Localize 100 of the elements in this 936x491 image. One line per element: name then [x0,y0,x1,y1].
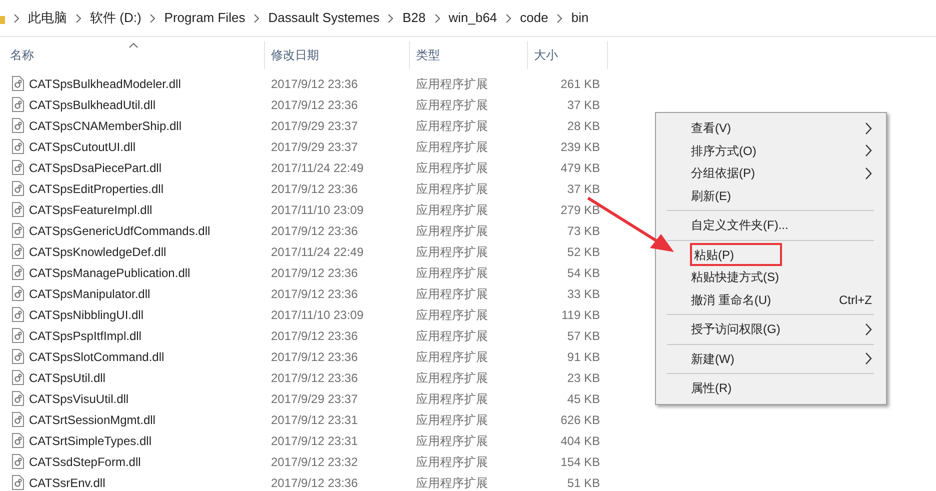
table-cell-text: 57 KB [566,328,601,344]
table-cell-text: 2017/9/12 23:31 [270,432,359,450]
column-header[interactable]: 修改日期 [265,41,410,69]
table-cell-text: 2017/11/10 23:09 [270,202,365,218]
menu-item[interactable]: 粘贴快捷方式(S) [658,266,884,288]
menu-item[interactable]: 粘贴(P) [690,243,782,266]
file-name[interactable]: CATSsdStepForm.dll [29,452,141,470]
file-name[interactable]: CATSpsEditProperties.dll [29,180,164,198]
breadcrumb-item[interactable]: Program Files [164,8,246,28]
file-name[interactable]: CATSpsBulkheadUtil.dll [29,96,156,114]
table-cell-text: 119 KB [560,306,601,324]
table-cell-text: 2017/9/12 23:36 [270,328,359,344]
menu-item[interactable]: 新建(W) [658,348,884,370]
file-name[interactable]: CATSpsCutoutUI.dll [29,138,136,156]
menu-item[interactable]: 排序方式(O) [658,140,884,162]
file-name[interactable]: CATSpsKnowledgeDef.dll [29,242,166,260]
column-header[interactable]: 名称 [0,41,265,69]
file-name[interactable]: CATSpsSlotCommand.dll [29,348,164,366]
file-icon [12,475,24,490]
table-cell-text: 2017/9/29 23:37 [270,118,359,134]
file-name[interactable]: CATSpsManipulator.dll [29,284,150,302]
table-cell-text: 2017/9/12 23:36 [270,286,359,302]
table-cell-text: 52 KB [566,244,601,260]
breadcrumb-item[interactable]: bin [571,8,589,28]
menu-item[interactable]: 自定义文件夹(F)... [658,214,884,236]
table-cell-text: 应用程序扩展 [415,180,489,198]
file-name[interactable]: CATSpsDsaPiecePart.dll [29,158,162,176]
table-cell-text: 2017/9/12 23:36 [270,76,359,92]
file-name[interactable]: CATSrtSessionMgmt.dll [29,410,156,428]
table-cell-text: 404 KB [560,432,601,450]
menu-item[interactable]: 刷新(E) [658,184,884,207]
table-cell-text: 2017/11/10 23:09 [270,306,365,324]
chevron-icon [506,14,512,22]
file-name[interactable]: CATSpsFeatureImpl.dll [29,200,152,218]
table-cell-text: 2017/9/12 23:36 [270,96,359,114]
breadcrumb-item[interactable]: B28 [402,8,426,28]
file-name[interactable]: CATSpsPspItfImpl.dll [29,326,142,344]
table-cell-text: 应用程序扩展 [415,306,489,324]
file-icon [12,454,24,469]
file-icon [12,265,24,280]
table-cell-text: 2017/9/12 23:36 [270,180,359,198]
table-cell-text: 28 KB [566,118,601,134]
column-header[interactable]: 类型 [410,41,528,69]
chevron-icon [388,14,394,22]
file-icon [12,412,24,427]
file-name[interactable]: CATSpsUtil.dll [29,368,106,386]
table-cell-text: 73 KB [566,222,601,240]
file-name[interactable]: CATSrtSimpleTypes.dll [29,432,152,450]
table-cell-text: 应用程序扩展 [415,454,489,470]
column-header[interactable]: 大小 [528,41,608,69]
table-cell-text: 2017/11/24 22:49 [270,244,365,260]
table-cell-text: 2017/9/12 23:36 [270,474,359,491]
table-cell-text: 261 KB [560,76,601,92]
menu-item[interactable]: 授予访问权限(G) [658,318,884,340]
file-icon [12,307,24,322]
file-name[interactable]: CATSpsNibblingUI.dll [29,306,144,324]
table-cell-text: 应用程序扩展 [415,160,489,176]
breadcrumb-item[interactable]: 此电脑 [28,8,67,28]
breadcrumb-item[interactable]: code [520,8,548,28]
table-cell-text: 应用程序扩展 [415,328,489,344]
menu-item[interactable]: 属性(R) [658,377,884,400]
menu-item[interactable]: 撤消 重命名(U) Ctrl+Z [658,288,884,311]
breadcrumb-item[interactable]: 软件 (D:) [90,8,142,28]
table-cell-text: 154 KB [560,454,601,470]
table-cell-text: 应用程序扩展 [415,370,489,386]
table-cell-text: 2017/9/12 23:36 [270,222,359,240]
file-icon [12,286,24,301]
table-cell-text: 37 KB [566,96,601,114]
menu-item[interactable]: 查看(V) [658,117,884,140]
file-name[interactable]: CATSpsManagePublication.dll [29,264,190,282]
table-cell-text: 45 KB [566,390,601,408]
file-name[interactable]: CATSpsVisuUtil.dll [29,390,129,408]
table-cell-text: 479 KB [560,160,601,176]
file-icon [12,202,24,217]
table-cell-text: 应用程序扩展 [415,264,489,282]
table-cell-text: 应用程序扩展 [415,138,489,156]
table-cell-text: 应用程序扩展 [415,412,489,428]
breadcrumb-item[interactable]: Dassault Systemes [268,8,380,28]
table-cell-text: 2017/9/29 23:37 [270,390,359,408]
table-cell-text: 2017/9/12 23:32 [270,454,359,470]
file-name[interactable]: CATSsrEnv.dll [29,474,106,491]
chevron-icon [14,14,19,22]
table-cell-text: 54 KB [566,264,601,282]
table-cell-text: 626 KB [560,412,601,428]
table-cell-text: 应用程序扩展 [415,202,489,218]
file-icon [12,181,24,196]
file-icon [12,328,24,343]
table-cell-text: 2017/11/24 22:49 [270,160,365,176]
menu-item[interactable]: 分组依据(P) [658,162,884,184]
file-name[interactable]: CATSpsGenericUdfCommands.dll [29,222,210,240]
file-icon [12,118,24,133]
file-name[interactable]: CATSpsBulkheadModeler.dll [29,74,181,92]
file-icon [12,433,24,448]
file-name[interactable]: CATSpsCNAMemberShip.dll [29,116,182,134]
file-icon [12,349,24,364]
table-cell-text: 应用程序扩展 [415,76,489,92]
breadcrumb-item[interactable]: win_b64 [448,8,498,28]
table-cell-text: 应用程序扩展 [415,348,489,366]
chevron-icon [76,14,81,22]
file-icon [12,391,24,406]
